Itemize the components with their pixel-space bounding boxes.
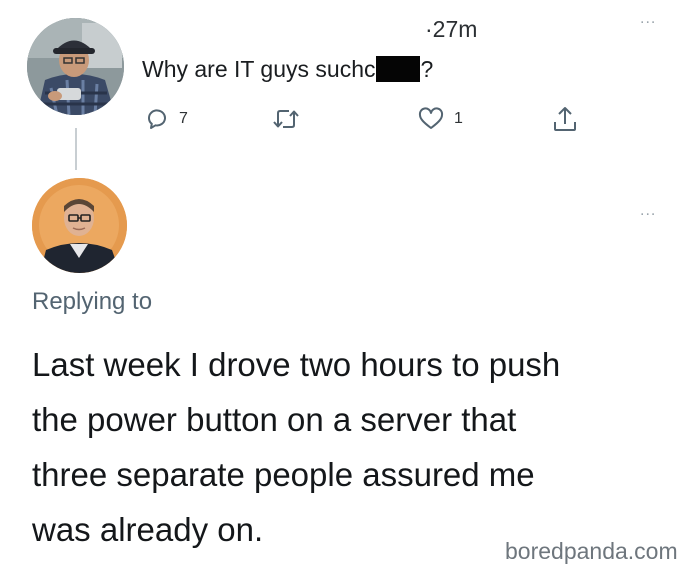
tweet-text: Why are IT guys such c? bbox=[142, 56, 433, 83]
avatar-photo-man-hat bbox=[27, 18, 124, 115]
reply-button[interactable] bbox=[145, 107, 169, 136]
heart-icon bbox=[418, 107, 444, 129]
comment-icon bbox=[147, 109, 166, 129]
retweet-icon bbox=[273, 110, 299, 128]
tweet-timestamp[interactable]: ·27m bbox=[425, 16, 477, 43]
thread-connector-line bbox=[75, 128, 77, 170]
tweet-text-after: ? bbox=[420, 56, 434, 82]
tweet-author-avatar[interactable] bbox=[27, 18, 124, 115]
replying-to-label: Replying to bbox=[32, 288, 153, 315]
reply-text-line: three separate people assured me bbox=[32, 456, 535, 493]
more-options-icon[interactable]: ... bbox=[640, 202, 656, 220]
share-button[interactable] bbox=[552, 105, 578, 138]
more-options-icon[interactable]: ... bbox=[640, 10, 656, 28]
reply-text-line: Last week I drove two hours to push bbox=[32, 346, 561, 383]
reply-text: Last week I drove two hours to push the … bbox=[32, 337, 682, 557]
like-button[interactable] bbox=[418, 107, 444, 136]
like-count: 1 bbox=[454, 110, 463, 127]
reply-author-avatar[interactable] bbox=[32, 178, 127, 273]
share-icon bbox=[554, 107, 576, 131]
tweet-text-before: Why are IT guys such bbox=[142, 56, 364, 82]
censor-bar bbox=[375, 56, 420, 82]
reply-count: 7 bbox=[179, 110, 188, 127]
retweet-button[interactable] bbox=[272, 107, 300, 136]
tweet-text-partial-letter: c bbox=[364, 56, 376, 82]
watermark-text: boredpanda.com bbox=[505, 538, 678, 564]
avatar-photo-man-glasses bbox=[32, 178, 127, 273]
reply-text-line: the power button on a server that bbox=[32, 401, 517, 438]
